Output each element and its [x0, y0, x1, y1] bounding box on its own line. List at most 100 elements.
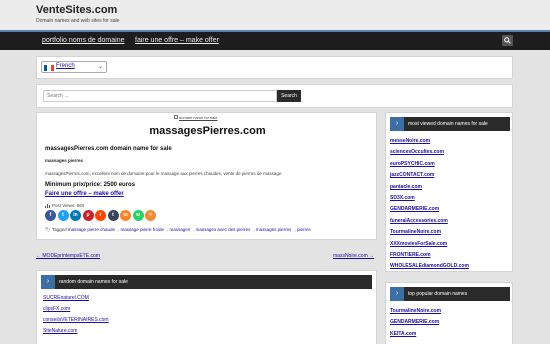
post-price: Minimum prix/price: 2500 euros [45, 182, 136, 188]
chevron-right-icon: › [390, 117, 404, 131]
random-domains-list: SUCREnaturel.COM clipsFX.com conseilsVETER… [43, 295, 109, 339]
popular-domains-list: TourmalineNoire.com GENDARMERIE.com KEITA.… [390, 308, 441, 342]
list-item: FRONTIERE.com [390, 252, 469, 263]
list-item: euroPSYCHIC.com [390, 161, 469, 172]
list-item: KEITA.com [390, 331, 441, 342]
list-item: funeraiAccessories.com [390, 218, 469, 229]
next-post-link[interactable]: massNoire.com → [333, 253, 374, 259]
domain-link[interactable]: WHOLESALEdiamondGOLD.com [390, 263, 469, 269]
twitter-icon[interactable]: t [57, 210, 69, 221]
tag-link[interactable]: pierres [297, 227, 311, 232]
tag-link[interactable]: massages [170, 227, 191, 232]
tag-link[interactable]: massage pierre froide [120, 227, 164, 232]
list-item: conseilsVETERINAIRES.com [43, 317, 109, 328]
domain-link[interactable]: SD3X.com [390, 195, 415, 201]
widget-title: most viewed domain names for sale [408, 121, 488, 127]
list-item: TourmalineNoire.com [390, 308, 441, 319]
popular-domains-widget: › top popular domain names TourmalineNoi… [385, 282, 513, 344]
nav-item-make-offer[interactable]: faire une offre – make offer [135, 37, 219, 44]
search-widget: Search [36, 84, 513, 108]
make-offer-link[interactable]: Faire une offre – make offer [45, 191, 124, 197]
chevron-down-icon: ⌄ [97, 64, 103, 70]
post-tags: 🏷 Tagged massage pierre chaude, massage … [45, 227, 311, 232]
domain-link[interactable]: conseilsVETERINAIRES.com [43, 317, 109, 323]
search-input[interactable] [43, 90, 277, 102]
domain-link[interactable]: GENDARMERIE.com [390, 206, 439, 212]
domain-link[interactable]: clipsFX.com [43, 306, 70, 312]
whatsapp-icon[interactable]: w [132, 210, 144, 221]
pinterest-icon[interactable]: p [82, 210, 94, 221]
site-title[interactable]: VenteSites.com [36, 4, 117, 16]
breadcrumb-category[interactable]: domain name for sale [179, 115, 217, 120]
nav-search-button[interactable] [502, 35, 513, 46]
share-icon[interactable]: < [145, 210, 156, 221]
domain-link[interactable]: SiteNature.com [43, 328, 77, 334]
previous-post-link[interactable]: ← MODEprintempsETE.com [36, 253, 100, 259]
site-description: Domain names and web sites for sale [36, 18, 120, 24]
folder-icon [174, 115, 178, 119]
french-flag-icon [44, 65, 54, 71]
domain-link[interactable]: funeraiAccessories.com [390, 218, 448, 224]
linkedin-icon[interactable]: in [70, 210, 81, 221]
list-item: messeNoire.com [390, 138, 469, 149]
most-viewed-list: messeNoire.com sciencesOccultes.com euroPS… [390, 138, 469, 275]
tag-link[interactable]: massages pierres [256, 227, 292, 232]
most-viewed-widget: › most viewed domain names for sale mess… [385, 112, 513, 272]
list-item: GENDARMERIE.com [390, 206, 469, 217]
search-button[interactable]: Search [277, 90, 301, 102]
facebook-icon[interactable]: f [45, 210, 56, 221]
domain-link[interactable]: euroPSYCHIC.com [390, 161, 435, 167]
list-item: jazzCONTACT.com [390, 172, 469, 183]
post-subtitle: massagesPierres.com domain name for sale [45, 146, 172, 152]
widget-header: › random domain names for sale [41, 275, 372, 289]
tags-label: Tagged [51, 227, 67, 232]
language-select[interactable]: French ⌄ [41, 61, 107, 73]
domain-link[interactable]: GENDARMERIE.com [390, 319, 439, 325]
bar-chart-icon [45, 203, 50, 208]
main-navigation: portfolio noms de domaine faire une offr… [0, 30, 550, 50]
list-item: XXXmoviesForSale.com [390, 241, 469, 252]
domain-link[interactable]: TourmalineNoire.com [390, 308, 441, 314]
list-item: pantacle.com [390, 184, 469, 195]
post-article: domain name for sale massagesPierres.com… [36, 112, 377, 240]
list-item: SUCREnaturel.COM [43, 295, 109, 306]
list-item: SD3X.com [390, 195, 469, 206]
flag-stripe-red [50, 65, 54, 71]
tag-link[interactable]: massage pierre chaude [68, 227, 115, 232]
post-description: massagesPierres.com, excellent nom de do… [45, 171, 282, 176]
domain-link[interactable]: XXXmoviesForSale.com [390, 241, 447, 247]
language-selected-label: French [56, 63, 75, 69]
domain-link[interactable]: KEITA.com [390, 331, 416, 337]
widget-title: random domain names for sale [59, 279, 128, 285]
random-domains-widget: › random domain names for sale SUCREnatu… [36, 270, 377, 344]
tumblr-icon[interactable]: t [107, 210, 119, 221]
domain-link[interactable]: messeNoire.com [390, 138, 430, 144]
tag-icon: 🏷 [45, 227, 51, 232]
search-icon [504, 37, 511, 44]
list-item: TourmalineNoire.com [390, 229, 469, 240]
chevron-right-icon: › [41, 275, 55, 289]
domain-link[interactable]: SUCREnaturel.COM [43, 295, 89, 301]
list-item: GENDARMERIE.com [390, 319, 441, 330]
domain-link[interactable]: jazzCONTACT.com [390, 172, 434, 178]
list-item: sciencesOccultes.com [390, 149, 469, 160]
widget-header: › most viewed domain names for sale [390, 117, 510, 131]
chevron-right-icon: › [390, 287, 404, 301]
domain-link[interactable]: TourmalineNoire.com [390, 229, 441, 235]
reddit-icon[interactable]: r [95, 210, 106, 221]
domain-link[interactable]: pantacle.com [390, 184, 422, 190]
list-item: clipsFX.com [43, 306, 109, 317]
nav-item-portfolio[interactable]: portfolio noms de domaine [42, 37, 125, 44]
mix-icon[interactable]: m [120, 210, 131, 221]
domain-link[interactable]: sciencesOccultes.com [390, 149, 444, 155]
post-title: massagesPierres.com [149, 125, 266, 137]
tag-link[interactable]: massages avec des pierres [196, 227, 251, 232]
language-widget: French ⌄ [36, 56, 513, 79]
widget-title: top popular domain names [408, 291, 468, 297]
site-header: VenteSites.com Domain names and web site… [0, 0, 550, 30]
list-item: SiteNature.com [43, 328, 109, 339]
list-item: WHOLESALEdiamondGOLD.com [390, 263, 469, 274]
domain-link[interactable]: FRONTIERE.com [390, 252, 431, 258]
widget-header: › top popular domain names [390, 287, 510, 301]
post-small-heading: massages pierres [45, 158, 84, 163]
